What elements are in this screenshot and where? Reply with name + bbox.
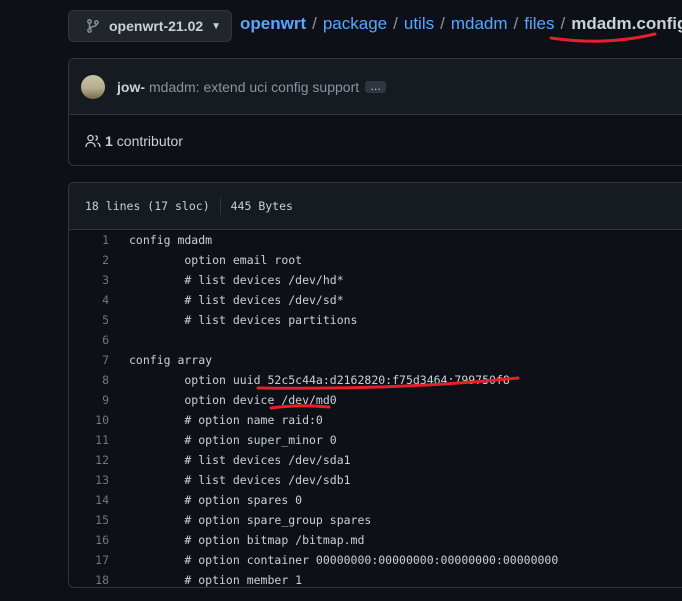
contributor-label: contributor — [116, 133, 183, 149]
commit-row: jow- mdadm: extend uci config support … — [69, 59, 682, 115]
breadcrumb-link-package[interactable]: package — [323, 14, 387, 33]
line-number[interactable]: 4 — [69, 290, 129, 310]
line-content: # option bitmap /bitmap.md — [129, 533, 365, 547]
line-count: 18 lines (17 sloc) — [85, 199, 210, 213]
line-number[interactable]: 12 — [69, 450, 129, 470]
code-line: 8 option uuid 52c5c44a:d2162820:f75d3464… — [69, 370, 682, 390]
line-content: # list devices partitions — [129, 313, 358, 327]
code-line: 17 # option container 00000000:00000000:… — [69, 550, 682, 570]
branch-name: openwrt-21.02 — [109, 18, 204, 34]
line-content: option uuid 52c5c44a:d2162820:f75d3464:7… — [129, 373, 510, 387]
code-line: 5 # list devices partitions — [69, 310, 682, 330]
line-number[interactable]: 2 — [69, 250, 129, 270]
breadcrumb-root-link[interactable]: openwrt — [240, 14, 306, 33]
line-number[interactable]: 15 — [69, 510, 129, 530]
code-line: 9 option device /dev/md0 — [69, 390, 682, 410]
file-size: 445 Bytes — [230, 199, 293, 213]
line-number[interactable]: 18 — [69, 570, 129, 587]
file-info-bar: 18 lines (17 sloc) 445 Bytes — [69, 183, 682, 230]
git-branch-icon — [85, 18, 101, 34]
line-content: # list devices /dev/sd* — [129, 293, 344, 307]
line-number[interactable]: 13 — [69, 470, 129, 490]
divider — [219, 197, 221, 215]
contributors-row[interactable]: 1 contributor — [69, 115, 682, 167]
contributor-count: 1 — [105, 133, 113, 149]
code-line: 14 # option spares 0 — [69, 490, 682, 510]
avatar[interactable] — [81, 74, 105, 99]
line-content: # list devices /dev/sdb1 — [129, 473, 351, 487]
line-content: # option spare_group spares — [129, 513, 372, 527]
line-content: # option name raid:0 — [129, 413, 323, 427]
code-line: 4 # list devices /dev/sd* — [69, 290, 682, 310]
line-number[interactable]: 14 — [69, 490, 129, 510]
breadcrumb-link-mdadm[interactable]: mdadm — [451, 14, 508, 33]
line-content: config array — [129, 353, 213, 367]
line-content: # list devices /dev/hd* — [129, 273, 344, 287]
line-content: config mdadm — [129, 233, 213, 247]
breadcrumb-separator: / — [513, 14, 519, 33]
breadcrumb: openwrt / package / utils / mdadm / files / mdadm.… — [240, 14, 682, 34]
breadcrumb-separator: / — [393, 14, 398, 33]
commit-message-link[interactable]: mdadm: extend uci config support — [149, 79, 359, 95]
code-line: 7 config array — [69, 350, 682, 370]
line-number[interactable]: 11 — [69, 430, 129, 450]
line-content: option device /dev/md0 — [129, 393, 337, 407]
breadcrumb-link-utils[interactable]: utils — [404, 14, 434, 33]
line-number[interactable]: 8 — [69, 370, 129, 390]
line-number[interactable]: 10 — [69, 410, 129, 430]
line-content: # list devices /dev/sda1 — [129, 453, 351, 467]
code-line: 6 — [69, 330, 682, 350]
line-number[interactable]: 17 — [69, 550, 129, 570]
line-content: option email root — [129, 253, 303, 267]
breadcrumb-separator: / — [312, 14, 317, 33]
breadcrumb-link-files[interactable]: files — [524, 14, 554, 33]
line-content: # option super_minor 0 — [129, 433, 337, 447]
code-line: 16 # option bitmap /bitmap.md — [69, 530, 682, 550]
branch-select-button[interactable]: openwrt-21.02 ▼ — [68, 10, 232, 42]
breadcrumb-separator: / — [560, 14, 566, 33]
line-content: # option member 1 — [129, 573, 303, 587]
line-number[interactable]: 9 — [69, 390, 129, 410]
code-line: 1 config mdadm — [69, 230, 682, 250]
breadcrumb-current-file: mdadm.config — [571, 14, 682, 33]
latest-commit-panel: jow- mdadm: extend uci config support … … — [68, 58, 682, 166]
line-number[interactable]: 7 — [69, 350, 129, 370]
expand-commit-button[interactable]: … — [365, 80, 387, 93]
line-content: # option spares 0 — [129, 493, 303, 507]
line-number[interactable]: 1 — [69, 230, 129, 250]
file-viewer: 18 lines (17 sloc) 445 Bytes 1 config mda… — [68, 182, 682, 588]
breadcrumb-separator: / — [440, 14, 445, 33]
people-icon — [85, 133, 101, 149]
code-listing: 1 config mdadm 2 option email root 3 # list… — [69, 230, 682, 587]
code-line: 15 # option spare_group spares — [69, 510, 682, 530]
line-number[interactable]: 6 — [69, 330, 129, 350]
code-line: 3 # list devices /dev/hd* — [69, 270, 682, 290]
code-line: 18 # option member 1 — [69, 570, 682, 587]
code-line: 10 # option name raid:0 — [69, 410, 682, 430]
caret-down-icon: ▼ — [211, 20, 221, 32]
line-number[interactable]: 16 — [69, 530, 129, 550]
code-line: 11 # option super_minor 0 — [69, 430, 682, 450]
line-number[interactable]: 3 — [69, 270, 129, 290]
line-number[interactable]: 5 — [69, 310, 129, 330]
code-line: 12 # list devices /dev/sda1 — [69, 450, 682, 470]
commit-author-link[interactable]: jow- — [117, 79, 145, 95]
code-line: 13 # list devices /dev/sdb1 — [69, 470, 682, 490]
line-content: # option container 00000000:00000000:000… — [129, 553, 559, 567]
code-line: 2 option email root — [69, 250, 682, 270]
